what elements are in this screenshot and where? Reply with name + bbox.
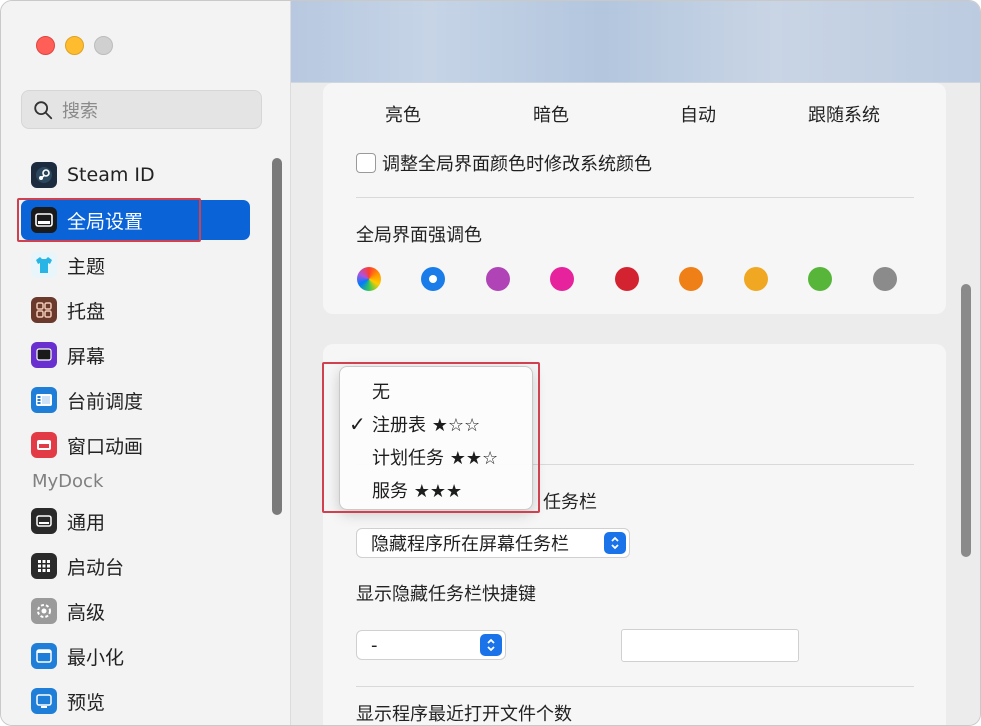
divider: [356, 197, 914, 198]
recent-files-title: 显示程序最近打开文件个数: [356, 704, 572, 725]
accent-yellow[interactable]: [744, 267, 768, 291]
sidebar-item-label: 台前调度: [67, 390, 144, 413]
sidebar: 搜索 Steam ID 全局设置 主题 托盘 屏幕 台前调度 窗口动画 MyDo…: [1, 1, 291, 725]
accent-orange[interactable]: [679, 267, 703, 291]
hotkey-title: 显示隐藏任务栏快捷键: [356, 584, 536, 605]
section-label-mydock: MyDock: [32, 471, 104, 492]
steam-icon: [31, 162, 57, 188]
sidebar-item-general[interactable]: 通用: [21, 501, 250, 541]
sidebar-item-label: 窗口动画: [67, 435, 144, 458]
main-scrollbar[interactable]: [961, 284, 971, 557]
sidebar-item-steam-id[interactable]: Steam ID: [21, 155, 250, 195]
sidebar-item-advanced[interactable]: 高级: [21, 591, 250, 631]
sidebar-item-launchpad[interactable]: 启动台: [21, 546, 250, 586]
sidebar-item-label: 预览: [67, 691, 106, 714]
accent-purple[interactable]: [486, 267, 510, 291]
highlight-box: [17, 198, 201, 242]
sidebar-item-preview[interactable]: 预览: [21, 681, 250, 721]
sidebar-item-stage-manager[interactable]: 台前调度: [21, 380, 250, 420]
sidebar-item-label: 启动台: [67, 556, 125, 579]
minimize-button[interactable]: [65, 36, 84, 55]
taskbar-title-suffix: 任务栏: [543, 492, 597, 513]
screen-icon: [31, 342, 57, 368]
search-placeholder: 搜索: [62, 100, 98, 122]
theme-option-dark[interactable]: 暗色: [533, 101, 569, 127]
sidebar-item-theme[interactable]: 主题: [21, 245, 250, 285]
checkbox-label: 调整全局界面颜色时修改系统颜色: [382, 154, 652, 175]
hide-taskbar-select[interactable]: 隐藏程序所在屏幕任务栏: [356, 528, 630, 558]
accent-pink[interactable]: [550, 267, 574, 291]
tray-grid-icon: [31, 297, 57, 323]
sidebar-item-screen[interactable]: 屏幕: [21, 335, 250, 375]
accent-red[interactable]: [615, 267, 639, 291]
accent-multicolor[interactable]: [357, 267, 381, 291]
divider: [356, 686, 914, 687]
checkbox[interactable]: [356, 153, 376, 173]
sidebar-item-label: 主题: [67, 255, 106, 278]
sidebar-item-label: 托盘: [67, 300, 106, 323]
sidebar-scrollbar[interactable]: [272, 158, 282, 515]
theme-options: 亮色 暗色 自动 跟随系统: [291, 101, 980, 127]
window-controls: [36, 36, 113, 55]
accent-color-title: 全局界面强调色: [356, 225, 482, 246]
settings-window: 搜索 Steam ID 全局设置 主题 托盘 屏幕 台前调度 窗口动画 MyDo…: [0, 0, 981, 726]
sidebar-item-window-animation[interactable]: 窗口动画: [21, 425, 250, 465]
hotkey-select[interactable]: -: [356, 630, 506, 660]
sidebar-item-label: 高级: [67, 601, 106, 624]
sidebar-item-label: Steam ID: [67, 164, 155, 186]
theme-option-light[interactable]: 亮色: [385, 101, 421, 127]
close-button[interactable]: [36, 36, 55, 55]
header-blur: [291, 1, 980, 83]
theme-option-auto[interactable]: 自动: [680, 101, 716, 127]
gear-icon: [31, 598, 57, 624]
sidebar-item-tray[interactable]: 托盘: [21, 290, 250, 330]
updown-chevron-icon[interactable]: [480, 634, 502, 656]
modify-system-color-checkbox[interactable]: 调整全局界面颜色时修改系统颜色: [356, 150, 652, 176]
sidebar-item-label: 屏幕: [67, 345, 106, 368]
hide-taskbar-select-value: 隐藏程序所在屏幕任务栏: [371, 534, 569, 555]
updown-chevron-icon[interactable]: [604, 532, 626, 554]
hotkey-select-value: -: [371, 634, 378, 656]
minimize-icon: [31, 643, 57, 669]
preview-icon: [31, 688, 57, 714]
window-animation-icon: [31, 432, 57, 458]
search-field[interactable]: 搜索: [21, 90, 262, 129]
hotkey-input[interactable]: [621, 629, 799, 662]
general-icon: [31, 508, 57, 534]
sidebar-item-label: 通用: [67, 511, 106, 534]
accent-graphite[interactable]: [873, 267, 897, 291]
tshirt-icon: [31, 252, 57, 278]
launchpad-icon: [31, 553, 57, 579]
search-icon: [34, 100, 53, 119]
accent-blue[interactable]: [421, 267, 445, 291]
theme-option-follow-system[interactable]: 跟随系统: [808, 101, 880, 127]
sidebar-item-minimize[interactable]: 最小化: [21, 636, 250, 676]
sidebar-item-label: 最小化: [67, 646, 125, 669]
accent-green[interactable]: [808, 267, 832, 291]
highlight-box: [322, 362, 540, 513]
zoom-button[interactable]: [94, 36, 113, 55]
stage-manager-icon: [31, 387, 57, 413]
